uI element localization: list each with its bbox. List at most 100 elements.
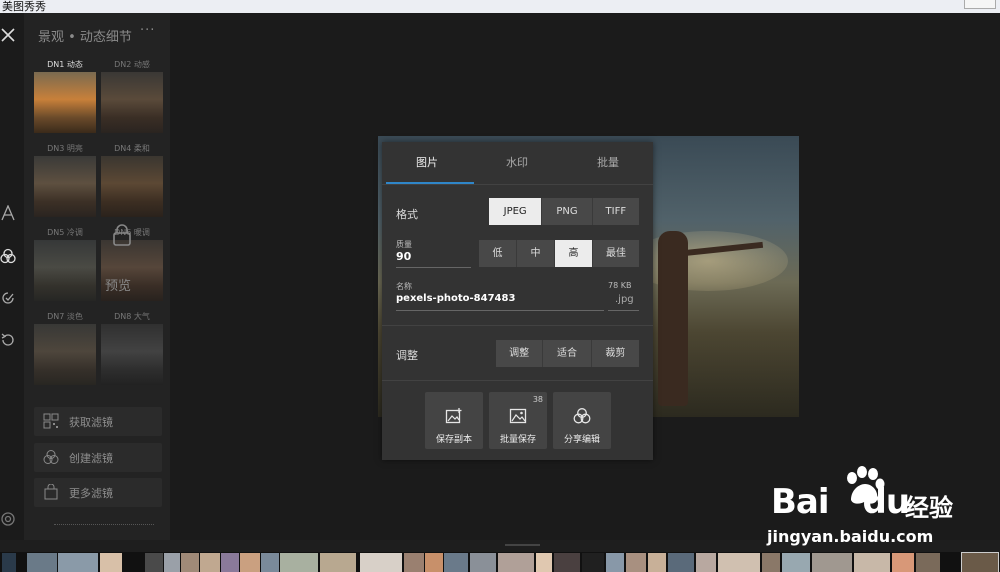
filter-thumbnail: [34, 324, 96, 385]
create-filter-button[interactable]: 创建滤镜: [34, 443, 162, 472]
film-thumbnail[interactable]: [444, 553, 468, 572]
filter-cell[interactable]: DN5 冷调: [34, 227, 96, 301]
film-thumbnail[interactable]: [280, 553, 318, 572]
more-filters-label: 更多滤镜: [69, 487, 113, 500]
format-selector: JPEG PNG TIFF: [489, 198, 639, 225]
crop-button[interactable]: 裁剪: [590, 340, 639, 367]
more-filters-button[interactable]: 更多滤镜: [34, 478, 162, 507]
image-icon: [509, 407, 527, 425]
export-dialog: 图片 水印 批量 格式 JPEG PNG TIFF 质量 90 低 中 高 最佳…: [382, 142, 653, 460]
quality-input[interactable]: 90: [396, 250, 411, 263]
quality-medium-button[interactable]: 中: [516, 240, 554, 267]
film-thumbnail[interactable]: [27, 553, 57, 572]
film-thumbnail[interactable]: [582, 553, 604, 572]
film-thumbnail[interactable]: [181, 553, 199, 572]
film-thumbnail[interactable]: [696, 553, 716, 572]
close-icon[interactable]: [0, 27, 18, 45]
filter-cell[interactable]: DN1 动态: [34, 59, 96, 133]
film-thumbnail[interactable]: [668, 553, 694, 572]
baidu-jingyan-watermark: Bai du 经验 jingyan.baidu.com: [765, 466, 1000, 552]
film-thumbnail-selected[interactable]: [961, 552, 999, 572]
film-thumbnail[interactable]: [470, 553, 496, 572]
film-thumbnail[interactable]: [221, 553, 239, 572]
film-thumbnail[interactable]: [425, 553, 443, 572]
film-thumbnail[interactable]: [164, 553, 180, 572]
film-thumbnail[interactable]: [240, 553, 260, 572]
film-thumbnail[interactable]: [360, 553, 402, 572]
filter-cell[interactable]: DN3 明亮: [34, 143, 96, 217]
text-tool-icon[interactable]: [0, 204, 18, 223]
film-thumbnail[interactable]: [200, 553, 220, 572]
format-tiff-button[interactable]: TIFF: [591, 198, 639, 225]
filter-thumbnail: [101, 324, 163, 385]
film-thumbnail[interactable]: [320, 553, 356, 572]
settings-icon[interactable]: [0, 511, 18, 529]
filter-thumbnail: [34, 72, 96, 133]
file-extension: .jpg: [615, 294, 634, 305]
fit-button[interactable]: 适合: [542, 340, 591, 367]
film-thumbnail[interactable]: [718, 553, 760, 572]
filter-cell[interactable]: DN2 动感: [101, 59, 163, 133]
filter-tool-icon[interactable]: [0, 248, 18, 266]
film-thumbnail[interactable]: [100, 553, 122, 572]
quality-input-underline: [396, 267, 471, 268]
history-icon[interactable]: [0, 332, 18, 350]
window-minimize-button[interactable]: [964, 0, 996, 9]
film-thumbnail[interactable]: [404, 553, 424, 572]
filter-label: DN8 大气: [114, 312, 150, 321]
filter-label: DN3 明亮: [47, 144, 83, 153]
film-thumbnail[interactable]: [145, 553, 163, 572]
adjust-button[interactable]: 调整: [496, 340, 543, 367]
format-jpeg-button[interactable]: JPEG: [489, 198, 542, 225]
retouch-tool-icon[interactable]: [0, 290, 18, 308]
filter-label: DN5 冷调: [47, 228, 83, 237]
share-edit-label: 分享编辑: [563, 435, 600, 445]
filter-thumbnail: [101, 156, 163, 217]
film-thumbnail[interactable]: [626, 553, 646, 572]
filter-thumbnail: [101, 72, 163, 133]
batch-save-button[interactable]: 38 批量保存: [489, 392, 547, 449]
format-png-button[interactable]: PNG: [541, 198, 592, 225]
film-thumbnail[interactable]: [2, 553, 16, 572]
get-filter-button[interactable]: 获取滤镜: [34, 407, 162, 436]
film-thumbnail[interactable]: [554, 553, 580, 572]
create-filter-label: 创建滤镜: [69, 452, 113, 465]
window-title: 美图秀秀: [2, 0, 46, 13]
film-thumbnail[interactable]: [892, 553, 914, 572]
filter-icon: [43, 449, 59, 465]
filter-label: DN6 暖调: [114, 228, 150, 237]
film-thumbnail[interactable]: [648, 553, 666, 572]
baidu-brand-du: du: [862, 482, 911, 522]
film-thumbnail[interactable]: [261, 553, 279, 572]
film-thumbnail[interactable]: [916, 553, 940, 572]
film-thumbnail[interactable]: [498, 553, 534, 572]
share-edit-button[interactable]: 分享编辑: [553, 392, 611, 449]
film-thumbnail[interactable]: [854, 553, 890, 572]
film-thumbnail[interactable]: [782, 553, 810, 572]
tab-batch[interactable]: 批量: [563, 142, 653, 184]
tab-image[interactable]: 图片: [382, 142, 472, 184]
quality-low-button[interactable]: 低: [479, 240, 516, 267]
filter-cell[interactable]: DN4 柔和: [101, 143, 163, 217]
filter-cell[interactable]: DN7 淡色: [34, 311, 96, 385]
film-thumbnail[interactable]: [812, 553, 852, 572]
tab-divider: [382, 184, 653, 185]
save-copy-button[interactable]: 保存副本: [425, 392, 483, 449]
jingyan-brand-text: 经验: [905, 494, 953, 522]
film-thumbnail[interactable]: [762, 553, 780, 572]
scrollbar-thumb[interactable]: [505, 544, 540, 546]
filter-cell[interactable]: DN8 大气: [101, 311, 163, 385]
film-thumbnail[interactable]: [536, 553, 552, 572]
quality-high-button[interactable]: 高: [554, 240, 592, 267]
panel-title: 景观 • 动态细节: [38, 30, 132, 45]
tab-watermark[interactable]: 水印: [472, 142, 562, 184]
film-thumbnail[interactable]: [58, 553, 98, 572]
quality-best-button[interactable]: 最佳: [592, 240, 639, 267]
filename-input[interactable]: pexels-photo-847483: [396, 293, 515, 304]
panel-divider: [54, 524, 154, 525]
adjust-selector: 调整 适合 裁剪: [496, 340, 639, 367]
more-options-icon[interactable]: ···: [140, 23, 155, 38]
film-thumbnail[interactable]: [606, 553, 624, 572]
qr-icon: [43, 413, 59, 429]
filter-label: DN1 动态: [47, 60, 83, 69]
